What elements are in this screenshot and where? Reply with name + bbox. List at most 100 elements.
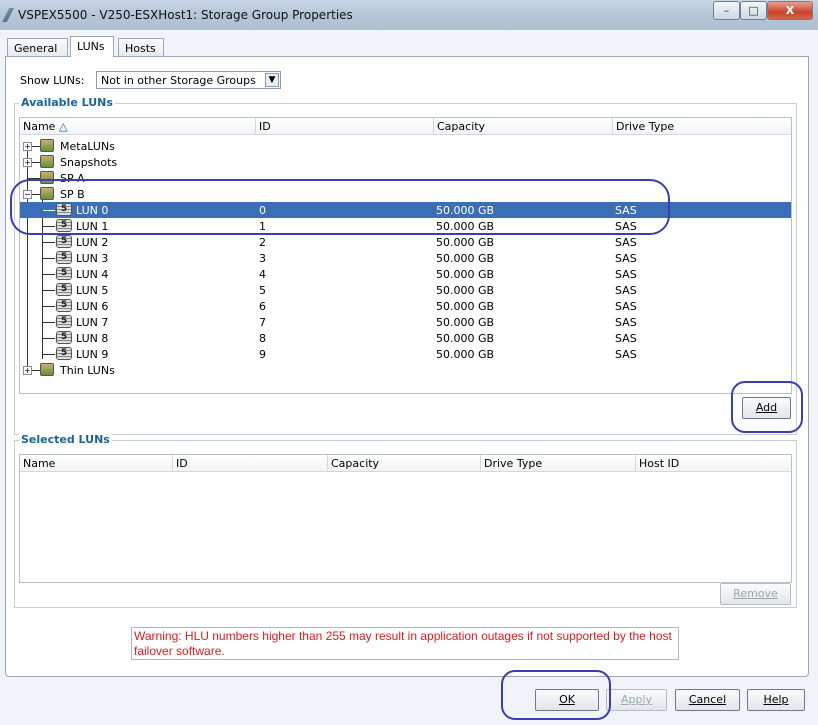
lun-drive-type: SAS [615, 252, 637, 265]
table-row[interactable]: 5 LUN 9 9 50.000 GB SAS [20, 346, 791, 362]
table-row[interactable]: 5 LUN 0 0 50.000 GB SAS [20, 202, 791, 218]
close-button[interactable]: X [767, 1, 813, 20]
remove-button[interactable]: Remove [720, 583, 791, 605]
remove-button-label: Remove [733, 587, 778, 600]
lun-capacity: 50.000 GB [436, 252, 495, 265]
lun-id: 8 [259, 332, 266, 345]
lun-drive-type: SAS [615, 300, 637, 313]
table-row[interactable]: 5 LUN 6 6 50.000 GB SAS [20, 298, 791, 314]
lun-name: LUN 5 [76, 284, 109, 297]
lun-drive-type: SAS [615, 268, 637, 281]
available-luns-table[interactable]: Name △ ID Capacity Drive Type + MetaLUNs +… [19, 117, 792, 394]
storage-processor-icon [40, 171, 54, 184]
lun-drive-type: SAS [615, 284, 637, 297]
tree-line [43, 274, 55, 275]
table-header: Name ID Capacity Drive Type Host ID [20, 455, 791, 472]
column-header-name[interactable]: Name [20, 455, 173, 472]
tree-line [43, 338, 55, 339]
expander-icon[interactable]: + [23, 158, 32, 167]
column-header-capacity[interactable]: Capacity [434, 118, 613, 135]
lun-id: 4 [259, 268, 266, 281]
lun-icon: 5 [56, 235, 72, 248]
column-header-id[interactable]: ID [256, 118, 434, 135]
ok-button[interactable]: OK [535, 689, 599, 711]
storage-processor-icon [40, 187, 54, 200]
apply-button[interactable]: Apply [606, 689, 667, 711]
table-row[interactable]: 5 LUN 2 2 50.000 GB SAS [20, 234, 791, 250]
chevron-down-icon[interactable]: ▼ [265, 73, 279, 87]
metalun-icon [40, 139, 54, 152]
available-luns-legend: Available LUNs [19, 96, 115, 109]
tree-node-label: Thin LUNs [60, 364, 115, 377]
tree-line [43, 290, 55, 291]
tree-node[interactable]: + Snapshots [20, 154, 791, 170]
table-row[interactable]: 5 LUN 8 8 50.000 GB SAS [20, 330, 791, 346]
lun-capacity: 50.000 GB [436, 268, 495, 281]
snapshot-icon [40, 155, 54, 168]
lun-id: 2 [259, 236, 266, 249]
lun-capacity: 50.000 GB [436, 204, 495, 217]
window-title: VSPEX5500 - V250-ESXHost1: Storage Group… [18, 8, 353, 22]
selected-luns-table[interactable]: Name ID Capacity Drive Type Host ID [19, 454, 792, 583]
column-label: Name [23, 120, 56, 133]
column-header-name[interactable]: Name △ [20, 118, 256, 135]
tree-line [43, 258, 55, 259]
expander-icon[interactable]: + [23, 142, 32, 151]
lun-drive-type: SAS [615, 204, 637, 217]
expander-icon[interactable]: + [23, 366, 32, 375]
tab-luns[interactable]: LUNs [70, 36, 114, 57]
column-header-id[interactable]: ID [173, 455, 328, 472]
table-row[interactable]: 5 LUN 4 4 50.000 GB SAS [20, 266, 791, 282]
lun-drive-type: SAS [615, 332, 637, 345]
cancel-button[interactable]: Cancel [675, 689, 740, 711]
lun-id: 7 [259, 316, 266, 329]
tree-line [28, 178, 40, 179]
lun-name: LUN 0 [76, 204, 109, 217]
tab-general[interactable]: General [7, 38, 68, 57]
lun-capacity: 50.000 GB [436, 332, 495, 345]
tree-node[interactable]: + MetaLUNs [20, 138, 791, 154]
tree-line [43, 322, 55, 323]
lun-capacity: 50.000 GB [436, 348, 495, 361]
maximize-button[interactable]: □ [740, 1, 767, 20]
apply-label: Apply [620, 693, 653, 706]
add-button[interactable]: Add [742, 397, 791, 419]
table-row[interactable]: 5 LUN 3 3 50.000 GB SAS [20, 250, 791, 266]
show-luns-label: Show LUNs: [20, 74, 85, 87]
tree-node-label: MetaLUNs [60, 140, 115, 153]
minimize-button[interactable]: – [713, 1, 740, 20]
lun-name: LUN 3 [76, 252, 109, 265]
table-row[interactable]: 5 LUN 7 7 50.000 GB SAS [20, 314, 791, 330]
tab-hosts[interactable]: Hosts [118, 38, 164, 57]
table-row[interactable]: 5 LUN 1 1 50.000 GB SAS [20, 218, 791, 234]
ok-label: OK [559, 693, 575, 706]
lun-name: LUN 2 [76, 236, 109, 249]
tree-node[interactable]: + Thin LUNs [20, 362, 791, 378]
column-header-capacity[interactable]: Capacity [328, 455, 481, 472]
column-header-drive-type[interactable]: Drive Type [481, 455, 636, 472]
lun-id: 1 [259, 220, 266, 233]
lun-capacity: 50.000 GB [436, 236, 495, 249]
selected-luns-legend: Selected LUNs [19, 433, 112, 446]
lun-drive-type: SAS [615, 220, 637, 233]
help-button[interactable]: Help [747, 689, 805, 711]
tree-node[interactable]: SP A [20, 170, 791, 186]
lun-name: LUN 1 [76, 220, 109, 233]
expander-icon[interactable]: − [23, 190, 32, 199]
lun-icon: 5 [56, 299, 72, 312]
tree-node-label: Snapshots [60, 156, 118, 169]
lun-id: 0 [259, 204, 266, 217]
tree-line [43, 226, 55, 227]
cancel-label: Cancel [688, 693, 727, 706]
lun-icon: 5 [56, 267, 72, 280]
lun-id: 3 [259, 252, 266, 265]
show-luns-select[interactable]: Not in other Storage Groups ▼ [96, 71, 281, 89]
tree-node-label: SP A [60, 172, 85, 185]
table-row[interactable]: 5 LUN 5 5 50.000 GB SAS [20, 282, 791, 298]
tree-node-label: SP B [60, 188, 85, 201]
lun-icon: 5 [56, 203, 72, 216]
column-header-host-id[interactable]: Host ID [636, 455, 791, 472]
tree-node[interactable]: − SP B [20, 186, 791, 202]
column-header-drive-type[interactable]: Drive Type [613, 118, 791, 135]
title-bar: VSPEX5500 - V250-ESXHost1: Storage Group… [0, 0, 818, 30]
